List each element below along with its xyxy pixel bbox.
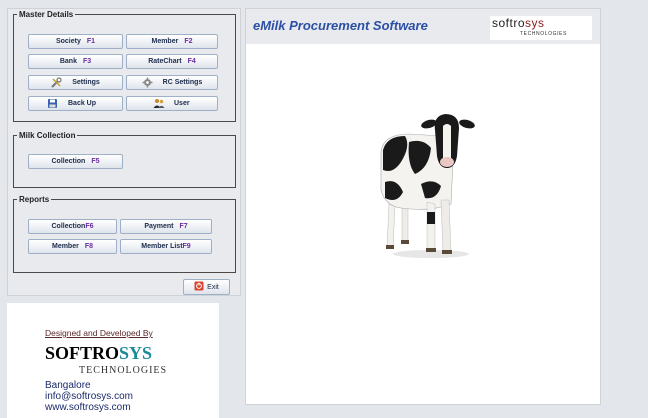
company-subtitle: TECHNOLOGIES [79, 365, 168, 376]
header-bar: eMilk Procurement Software softrosys TEC… [246, 9, 600, 44]
settings-button[interactable]: Settings [28, 75, 123, 90]
users-icon [153, 98, 165, 109]
ratechart-key: F4 [187, 58, 196, 65]
milk-collection-legend: Milk Collection [19, 131, 76, 140]
brand-logo-text: softrosys [492, 16, 545, 30]
reports-group: Reports [13, 195, 236, 273]
collection-report-key: F6 [85, 223, 94, 230]
exit-button[interactable]: Exit [183, 279, 230, 295]
collection-button[interactable]: Collection F5 [28, 154, 123, 169]
collection-report-label: Collection [51, 223, 86, 230]
gear-icon [142, 77, 153, 88]
company-name: SOFTROSYS [45, 343, 152, 364]
collection-key: F5 [91, 158, 100, 165]
brand-logo-part1: softro [492, 16, 526, 30]
tools-icon [51, 77, 62, 88]
exit-label: Exit [207, 283, 219, 291]
right-margin [601, 8, 648, 418]
backup-button[interactable]: Back Up [28, 96, 123, 111]
brand-logo-sub: TECHNOLOGIES [520, 31, 567, 37]
rc-settings-button[interactable]: RC Settings [126, 75, 218, 90]
reports-legend: Reports [19, 195, 50, 204]
brand-logo-part2: sys [525, 16, 545, 30]
member-button[interactable]: Member F2 [126, 34, 218, 49]
image-area [246, 44, 600, 382]
left-panel: Master Details Society F1 Member F2 Bank… [7, 8, 241, 296]
member-label: Member [151, 38, 179, 45]
member-report-key: F8 [84, 243, 93, 250]
company-info-box: Designed and Developed By SOFTROSYS TECH… [7, 303, 219, 418]
collection-report-button[interactable]: Collection F6 [28, 219, 117, 234]
company-city: Bangalore [45, 380, 91, 391]
ratechart-button[interactable]: RateChart F4 [126, 54, 218, 69]
bank-label: Bank [59, 58, 77, 65]
designed-by-text: Designed and Developed By [45, 328, 153, 338]
brand-logo: softrosys TECHNOLOGIES [490, 16, 592, 40]
member-list-label: Member List [141, 243, 183, 250]
society-key: F1 [86, 38, 96, 45]
bank-button[interactable]: Bank F3 [28, 54, 123, 69]
ratechart-label: RateChart [148, 58, 182, 65]
company-name-part1: SOFTRO [45, 343, 120, 363]
company-name-part2: SYS [119, 343, 153, 363]
payment-button[interactable]: Payment F7 [120, 219, 212, 234]
company-email: info@softrosys.com [45, 391, 133, 402]
backup-label: Back Up [68, 100, 97, 107]
collection-label: Collection [51, 158, 86, 165]
payment-label: Payment [144, 223, 174, 230]
disk-icon [47, 98, 58, 109]
society-label: Society [55, 38, 81, 45]
rc-settings-label: RC Settings [162, 79, 203, 86]
payment-key: F7 [179, 223, 188, 230]
user-button[interactable]: User [126, 96, 218, 111]
app-title: eMilk Procurement Software [253, 18, 428, 33]
member-report-button[interactable]: Member F8 [28, 239, 117, 254]
main-panel: eMilk Procurement Software softrosys TEC… [245, 8, 601, 405]
society-button[interactable]: Society F1 [28, 34, 123, 49]
settings-label: Settings [72, 79, 100, 86]
bank-key: F3 [82, 58, 92, 65]
company-website: www.softrosys.com [45, 402, 131, 413]
member-key: F2 [184, 38, 193, 45]
exit-icon [194, 281, 204, 293]
member-list-key: F9 [182, 243, 191, 250]
cow-illustration [380, 114, 475, 258]
member-report-label: Member [51, 243, 79, 250]
user-label: User [174, 100, 190, 107]
member-list-button[interactable]: Member List F9 [120, 239, 212, 254]
master-details-legend: Master Details [19, 10, 74, 19]
